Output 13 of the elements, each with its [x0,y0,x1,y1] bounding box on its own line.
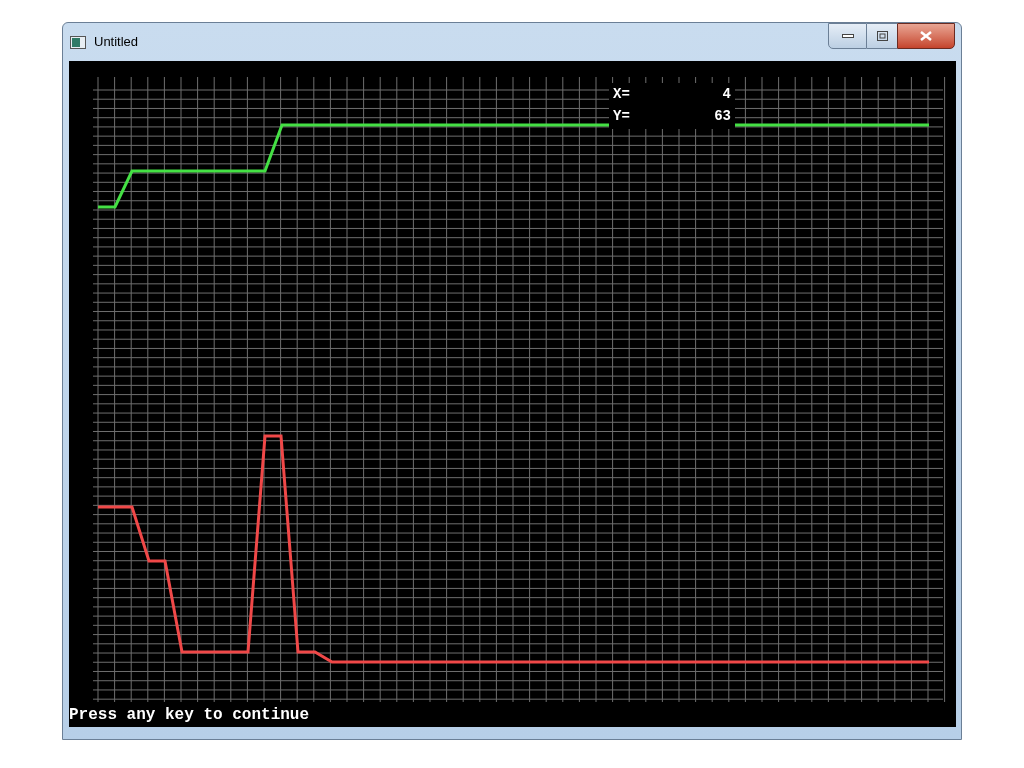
readout-value: 63 [714,107,731,126]
app-icon [70,35,86,49]
close-icon [920,31,932,41]
close-button[interactable] [897,23,955,49]
maximize-icon [876,31,888,41]
minimize-button[interactable] [828,23,867,49]
console-text: Press any key to continue [69,705,310,726]
maximize-button[interactable] [867,23,897,49]
minimize-icon [841,34,854,38]
readout-value: 4 [722,85,731,104]
readout-label: X= [613,85,630,104]
readout-label: Y= [613,107,630,126]
window-title: Untitled [94,33,139,52]
